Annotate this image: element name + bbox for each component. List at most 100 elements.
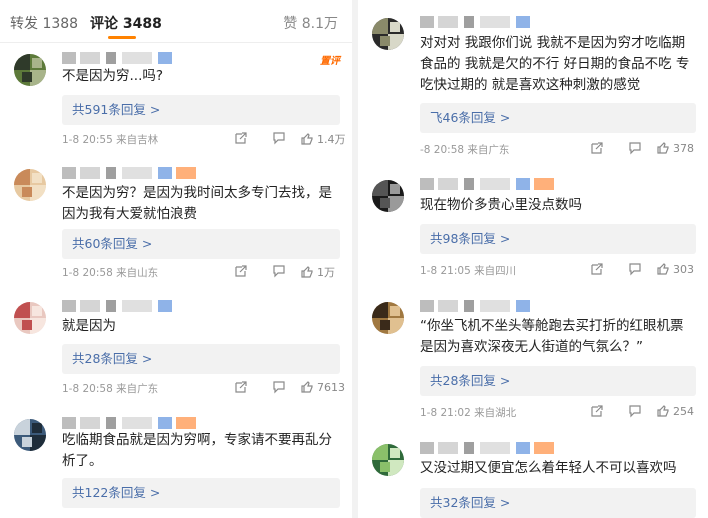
username-blur-block xyxy=(62,300,76,312)
avatar[interactable] xyxy=(14,54,46,86)
tab-bar: 转发 1388 评论 3488 赞 8.1万 xyxy=(0,0,352,43)
comment-text: 析了。 xyxy=(62,453,103,469)
share-icon[interactable] xyxy=(590,262,604,276)
avatar-pixel xyxy=(32,58,42,68)
share-icon[interactable] xyxy=(234,131,248,145)
username-blur-block xyxy=(516,16,530,28)
like-button[interactable]: 1万 xyxy=(300,264,335,280)
view-replies-button[interactable]: 共98条回复 > xyxy=(420,224,696,254)
view-replies-button[interactable]: 共591条回复 > xyxy=(62,95,340,125)
username-blur-block xyxy=(80,167,100,179)
avatar-pixel xyxy=(30,435,46,451)
avatar[interactable] xyxy=(372,444,404,476)
like-button[interactable]: 303 xyxy=(656,262,694,276)
avatar-pixel xyxy=(388,196,404,212)
avatar-pixel xyxy=(32,306,42,316)
avatar-pixel xyxy=(22,72,32,82)
avatar[interactable] xyxy=(372,180,404,212)
username-blur-block xyxy=(438,300,458,312)
like-count: 7613 xyxy=(317,380,345,394)
view-replies-button[interactable]: 飞46条回复 > xyxy=(420,103,696,133)
username-blur-block xyxy=(464,442,474,454)
replies-count-label: 共98条回复 > xyxy=(430,231,511,246)
comment-icon[interactable] xyxy=(272,380,286,394)
username-blur-block xyxy=(158,52,172,64)
avatar[interactable] xyxy=(14,302,46,334)
avatar-pixel xyxy=(390,306,400,316)
share-icon[interactable] xyxy=(234,380,248,394)
share-icon[interactable] xyxy=(590,404,604,418)
like-button[interactable]: 378 xyxy=(656,141,694,155)
comment-text: 食品的 我就是欠的不行 好日期的食品不吃 专 xyxy=(420,56,690,72)
username-blur-block xyxy=(80,300,100,312)
username-blur-block xyxy=(534,178,554,190)
replies-count-label: 共122条回复 > xyxy=(72,485,161,500)
avatar-pixel xyxy=(30,185,46,201)
username-blur-block xyxy=(420,442,434,454)
view-replies-button[interactable]: 共28条回复 > xyxy=(62,344,340,374)
comment-timestamp: -8 20:58 来自广东 xyxy=(420,144,510,156)
view-replies-button[interactable]: 共32条回复 > xyxy=(420,488,696,518)
username-blur-block xyxy=(106,300,116,312)
comment-icon[interactable] xyxy=(272,131,286,145)
comment-text: 不是因为穷...吗? xyxy=(62,68,164,84)
like-button[interactable]: 7613 xyxy=(300,380,345,394)
avatar-pixel xyxy=(372,18,388,34)
replies-count-label: 共60条回复 > xyxy=(72,236,153,251)
avatar-pixel xyxy=(14,419,30,435)
username-blur-block xyxy=(122,300,152,312)
replies-count-label: 飞46条回复 > xyxy=(430,110,511,125)
like-count: 378 xyxy=(673,141,694,155)
avatar-pixel xyxy=(14,54,30,70)
username-blur-block xyxy=(464,16,474,28)
username-blur-block xyxy=(158,300,172,312)
view-replies-button[interactable]: 共28条回复 > xyxy=(420,366,696,396)
username-blur-block xyxy=(438,178,458,190)
tab-repost[interactable]: 转发 1388 xyxy=(10,13,78,33)
username-blur-block xyxy=(534,442,554,454)
thumb-up-icon xyxy=(657,263,669,275)
tab-like[interactable]: 赞 8.1万 xyxy=(283,13,338,33)
username-blur-block xyxy=(480,300,510,312)
username-blur-block xyxy=(106,167,116,179)
like-button[interactable]: 1.4万 xyxy=(300,131,346,147)
avatar-pixel xyxy=(380,320,390,330)
avatar[interactable] xyxy=(372,18,404,50)
tab-comment[interactable]: 评论 3488 xyxy=(90,13,162,33)
comment-icon[interactable] xyxy=(628,404,642,418)
username-blur-block xyxy=(80,417,100,429)
avatar-pixel xyxy=(22,320,32,330)
comment-timestamp: 1-8 20:58 来自山东 xyxy=(62,267,159,279)
username-blur-block xyxy=(158,417,172,429)
share-icon[interactable] xyxy=(590,141,604,155)
comment-text: 现在物价多贵心里没点数吗 xyxy=(420,197,582,213)
thumb-up-icon xyxy=(301,133,313,145)
username-blur-block xyxy=(106,417,116,429)
username-blur-block xyxy=(464,300,474,312)
avatar[interactable] xyxy=(14,169,46,201)
comment-text: 吃快过期的 就是喜欢这种刺激的感觉 xyxy=(420,77,641,93)
comment-icon[interactable] xyxy=(272,264,286,278)
avatar[interactable] xyxy=(372,302,404,334)
avatar-pixel xyxy=(30,318,46,334)
avatar-pixel xyxy=(14,169,30,185)
avatar-pixel xyxy=(380,462,390,472)
like-count: 1万 xyxy=(317,266,335,279)
comment-text: 不是因为穷？是因为我时间太多专门去找，是 xyxy=(62,185,332,201)
username-blur-block xyxy=(464,178,474,190)
view-replies-button[interactable]: 共122条回复 > xyxy=(62,478,340,508)
like-button[interactable]: 254 xyxy=(656,404,694,418)
view-replies-button[interactable]: 共60条回复 > xyxy=(62,229,340,259)
replies-count-label: 共28条回复 > xyxy=(430,373,511,388)
comment-icon[interactable] xyxy=(628,141,642,155)
share-icon[interactable] xyxy=(234,264,248,278)
comment-icon[interactable] xyxy=(628,262,642,276)
username-blur-block xyxy=(420,16,434,28)
avatar-pixel xyxy=(372,444,388,460)
thumb-up-icon xyxy=(657,405,669,417)
avatar[interactable] xyxy=(14,419,46,451)
username-blur-block xyxy=(176,417,196,429)
comment-timestamp: 1-8 21:05 来自四川 xyxy=(420,265,517,277)
comment-text: 是因为喜欢深夜无人街道的气氛么？” xyxy=(420,339,643,355)
avatar-pixel xyxy=(380,36,390,46)
